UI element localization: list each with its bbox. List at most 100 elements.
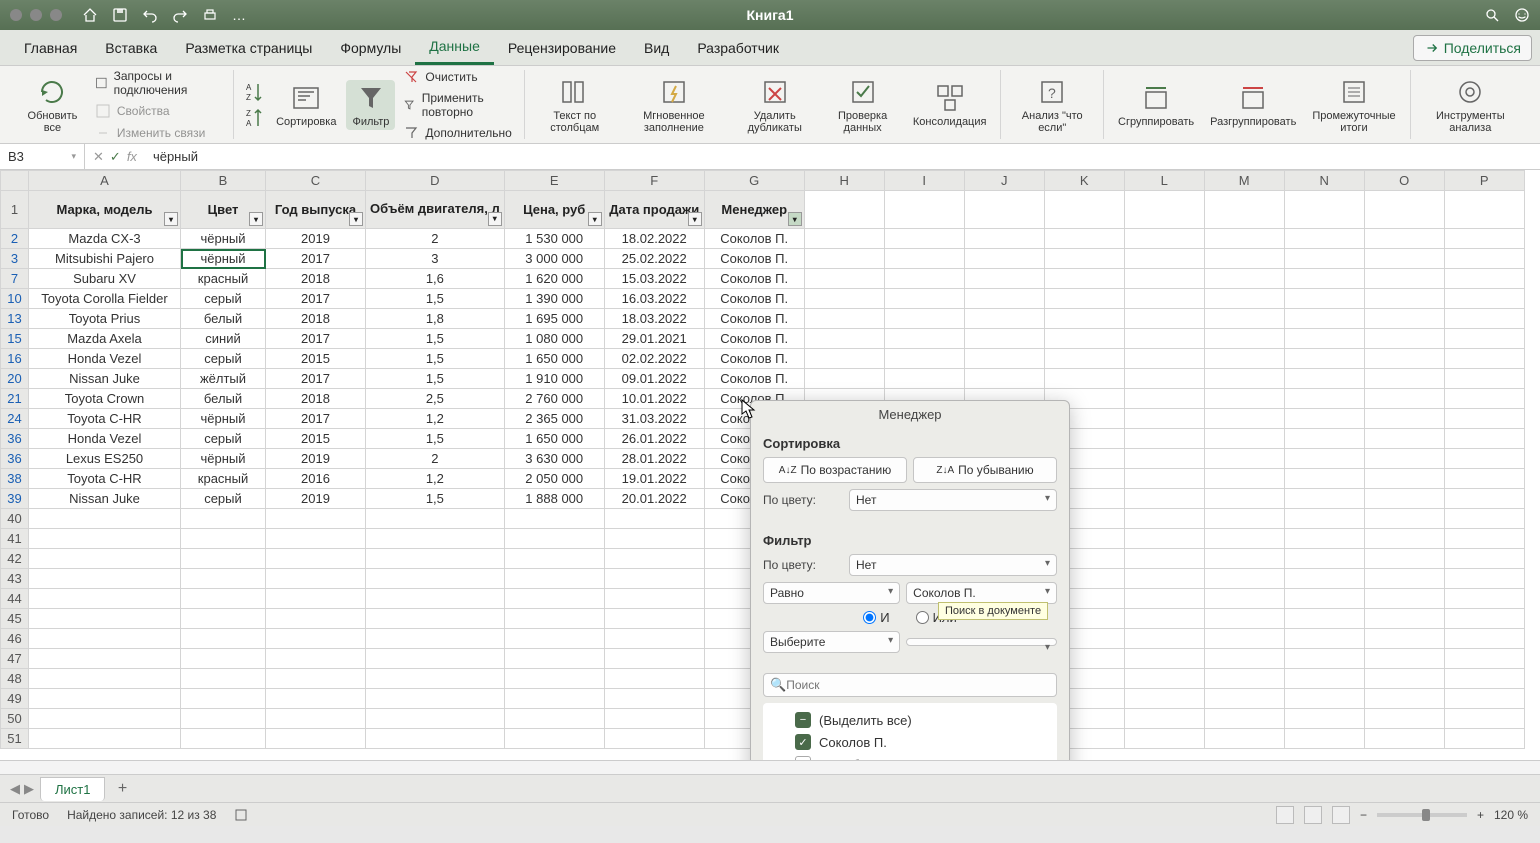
empty-cell[interactable] — [1204, 389, 1284, 409]
empty-cell[interactable] — [1204, 449, 1284, 469]
empty-cell[interactable] — [1204, 309, 1284, 329]
empty-cell[interactable] — [1284, 249, 1364, 269]
empty-cell[interactable] — [266, 529, 366, 549]
empty-cell[interactable] — [366, 549, 505, 569]
empty-cell[interactable] — [1364, 349, 1444, 369]
empty-cell[interactable] — [181, 549, 266, 569]
empty-cell[interactable] — [884, 249, 964, 269]
empty-cell[interactable] — [1204, 529, 1284, 549]
empty-cell[interactable] — [804, 289, 884, 309]
data-cell[interactable]: 31.03.2022 — [604, 409, 704, 429]
maximize-window[interactable] — [50, 9, 62, 21]
empty-cell[interactable] — [804, 249, 884, 269]
data-cell[interactable]: 1 390 000 — [504, 289, 604, 309]
confirm-icon[interactable]: ✓ — [110, 149, 121, 165]
row-header[interactable]: 7 — [1, 269, 29, 289]
data-cell[interactable]: Toyota Prius — [29, 309, 181, 329]
empty-cell[interactable] — [884, 329, 964, 349]
data-cell[interactable]: 1 888 000 — [504, 489, 604, 509]
empty-cell[interactable] — [804, 329, 884, 349]
empty-cell[interactable] — [1124, 389, 1204, 409]
column-header[interactable]: P — [1444, 171, 1524, 191]
formula-input[interactable]: чёрный — [145, 149, 1540, 164]
data-cell[interactable]: 20.01.2022 — [604, 489, 704, 509]
tab-page-layout[interactable]: Разметка страницы — [171, 32, 326, 64]
empty-cell[interactable] — [1204, 229, 1284, 249]
empty-cell[interactable] — [884, 229, 964, 249]
data-cell[interactable]: 28.01.2022 — [604, 449, 704, 469]
empty-cell[interactable] — [1284, 329, 1364, 349]
data-cell[interactable]: чёрный — [181, 249, 266, 269]
empty-cell[interactable] — [1124, 429, 1204, 449]
close-window[interactable] — [10, 9, 22, 21]
empty-cell[interactable] — [1444, 469, 1524, 489]
row-header[interactable]: 46 — [1, 629, 29, 649]
empty-cell[interactable] — [1284, 349, 1364, 369]
condition-select[interactable]: Равно — [763, 582, 900, 604]
row-header[interactable]: 36 — [1, 449, 29, 469]
empty-cell[interactable] — [1204, 689, 1284, 709]
tab-insert[interactable]: Вставка — [91, 32, 171, 64]
empty-cell[interactable] — [1444, 609, 1524, 629]
empty-cell[interactable] — [884, 289, 964, 309]
empty-cell[interactable] — [504, 529, 604, 549]
data-cell[interactable]: чёрный — [181, 449, 266, 469]
properties-button[interactable]: Свойства — [91, 101, 225, 121]
data-cell[interactable]: 1,5 — [366, 489, 505, 509]
empty-cell[interactable] — [804, 229, 884, 249]
row-header[interactable]: 48 — [1, 669, 29, 689]
empty-cell[interactable] — [1124, 369, 1204, 389]
empty-cell[interactable] — [1444, 729, 1524, 749]
data-cell[interactable]: 09.01.2022 — [604, 369, 704, 389]
empty-cell[interactable] — [366, 729, 505, 749]
empty-cell[interactable] — [1284, 549, 1364, 569]
filter-dropdown-button[interactable]: ▾ — [788, 212, 802, 226]
empty-cell[interactable] — [181, 509, 266, 529]
empty-cell[interactable] — [366, 509, 505, 529]
row-header[interactable]: 21 — [1, 389, 29, 409]
filter-item[interactable]: ✓ Соколов П. — [795, 731, 1045, 753]
data-cell[interactable]: 1,2 — [366, 469, 505, 489]
empty-cell[interactable] — [1444, 269, 1524, 289]
empty-cell[interactable] — [804, 349, 884, 369]
consolidate-button[interactable]: Консолидация — [907, 80, 993, 130]
data-cell[interactable]: Toyota C-HR — [29, 469, 181, 489]
data-cell[interactable]: серый — [181, 429, 266, 449]
zoom-slider[interactable] — [1377, 813, 1467, 817]
empty-cell[interactable] — [604, 709, 704, 729]
empty-cell[interactable] — [1044, 309, 1124, 329]
sort-by-color-select[interactable]: Нет — [849, 489, 1057, 511]
empty-cell[interactable] — [29, 729, 181, 749]
empty-cell[interactable] — [1124, 309, 1204, 329]
empty-cell[interactable] — [964, 249, 1044, 269]
empty-cell[interactable] — [181, 529, 266, 549]
empty-cell[interactable] — [1364, 529, 1444, 549]
column-header[interactable]: G — [704, 171, 804, 191]
filter-dropdown-button[interactable]: ▾ — [249, 212, 263, 226]
data-cell[interactable]: Toyota Corolla Fielder — [29, 289, 181, 309]
empty-cell[interactable] — [604, 649, 704, 669]
data-cell[interactable]: белый — [181, 389, 266, 409]
normal-view-button[interactable] — [1276, 806, 1294, 824]
empty-cell[interactable] — [266, 709, 366, 729]
empty-cell[interactable] — [1284, 309, 1364, 329]
spreadsheet-grid[interactable]: ABCDEFGHIJKLMNOP1Марка, модель▾Цвет▾Год … — [0, 170, 1540, 760]
empty-cell[interactable] — [1124, 269, 1204, 289]
filter-item[interactable]: Тригубов М. — [795, 753, 1045, 760]
empty-cell[interactable] — [1204, 729, 1284, 749]
empty-cell[interactable] — [181, 609, 266, 629]
empty-cell[interactable] — [1204, 249, 1284, 269]
filter-button[interactable]: Фильтр — [346, 80, 395, 130]
empty-cell[interactable] — [504, 669, 604, 689]
analysis-tools-button[interactable]: Инструменты анализа — [1419, 74, 1522, 136]
and-radio[interactable]: И — [863, 610, 889, 625]
data-cell[interactable]: Соколов П. — [704, 289, 804, 309]
data-cell[interactable]: Subaru XV — [29, 269, 181, 289]
empty-cell[interactable] — [181, 589, 266, 609]
name-box[interactable]: B3▾ — [0, 144, 85, 169]
save-icon[interactable] — [112, 7, 128, 23]
empty-cell[interactable] — [1364, 329, 1444, 349]
data-cell[interactable]: 26.01.2022 — [604, 429, 704, 449]
empty-cell[interactable] — [1364, 489, 1444, 509]
empty-cell[interactable] — [1364, 609, 1444, 629]
